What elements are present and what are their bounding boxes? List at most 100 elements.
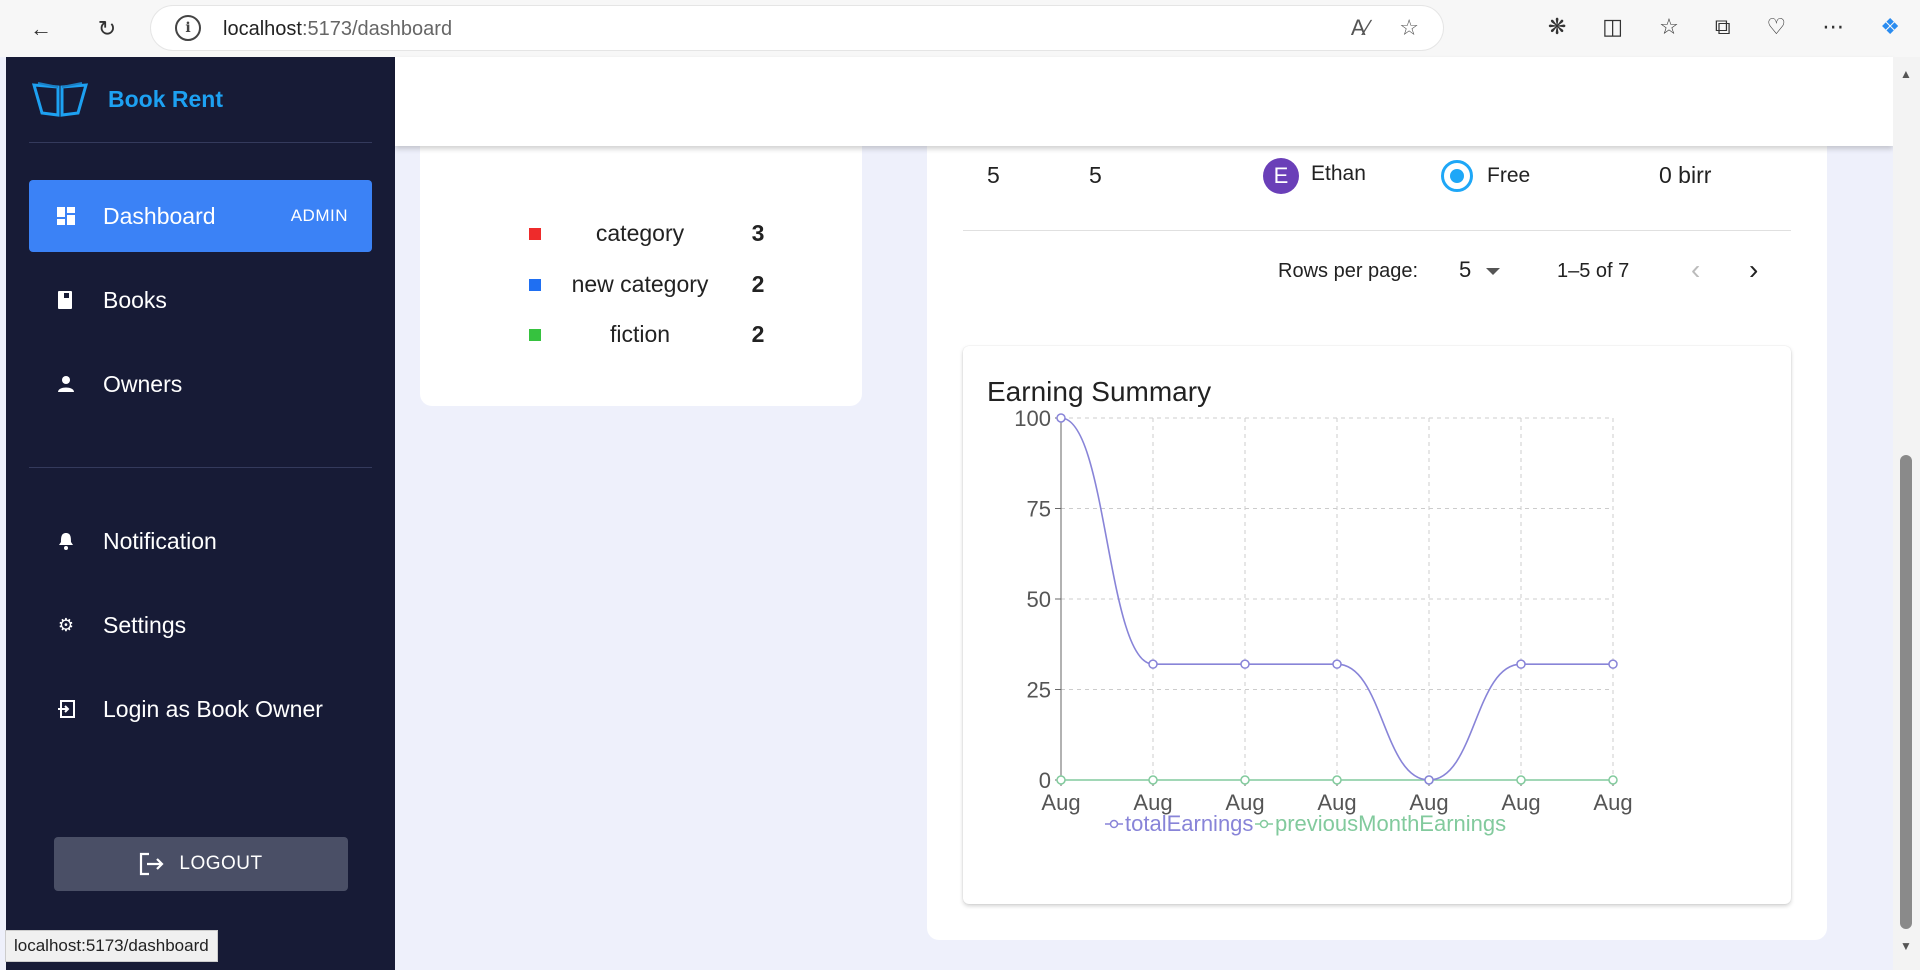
brand-name: Book Rent (108, 85, 223, 112)
data-point (1240, 659, 1250, 669)
rows-per-page-select[interactable]: 5 (1459, 257, 1471, 283)
site-info-icon[interactable]: i (175, 15, 201, 41)
logout-label: LOGOUT (179, 853, 263, 874)
avatar: E (1263, 158, 1299, 194)
sidebar-item-books[interactable]: Books (29, 264, 372, 336)
table-cell: 5 (987, 162, 1000, 188)
sidebar: Book Rent Dashboard ADMIN Books Owners N… (6, 57, 395, 970)
logout-button[interactable]: LOGOUT (54, 837, 348, 891)
owner-name: Ethan (1311, 162, 1366, 185)
split-screen-icon[interactable]: ◫ (1602, 14, 1623, 40)
sidebar-item-login-as-owner[interactable]: Login as Book Owner (29, 673, 372, 745)
x-tick-label: Aug (1041, 790, 1080, 815)
data-point (1332, 775, 1342, 785)
data-point (1148, 775, 1158, 785)
bell-icon (29, 532, 103, 550)
pagination-range: 1–5 of 7 (1557, 260, 1630, 282)
rows-per-page-label: Rows per page: (1278, 260, 1419, 282)
legend-marker (1109, 819, 1119, 829)
sidebar-item-settings[interactable]: ⚙ Settings (29, 589, 372, 661)
x-tick-label: Aug (1501, 790, 1540, 815)
chevron-right-icon[interactable]: › (1749, 254, 1758, 286)
earning-chart: 0255075100Aug Aug Aug Aug Aug Aug AugtotalEarn… (1014, 406, 1632, 836)
y-tick-label: 75 (1027, 497, 1051, 522)
legend-label: totalEarnings (1125, 811, 1253, 836)
sidebar-item-owners[interactable]: Owners (29, 348, 372, 420)
scroll-down-icon[interactable]: ▼ (1900, 939, 1912, 953)
top-app-bar (395, 57, 1893, 146)
x-tick-label: Aug (1593, 790, 1632, 815)
scroll-up-icon[interactable]: ▲ (1900, 67, 1912, 81)
brand[interactable]: Book Rent (30, 79, 223, 119)
earning-summary-card: Earning Summary 0 25 50 75 100 Aug Aug Aug Aug Au… (963, 346, 1791, 904)
legend-item: category 3 (420, 218, 862, 248)
price-cell: 0 birr (1659, 162, 1712, 188)
legend-count: 2 (751, 271, 765, 297)
status-label: Free (1487, 164, 1531, 187)
data-point (1516, 659, 1526, 669)
data-point (1240, 775, 1250, 785)
legend-count: 2 (751, 321, 765, 347)
scroll-thumb[interactable] (1900, 455, 1912, 929)
legend-label: previousMonthEarnings (1275, 811, 1506, 836)
chevron-left-icon[interactable]: ‹ (1691, 254, 1700, 286)
extensions-icon[interactable]: ❋ (1548, 14, 1566, 40)
sidebar-item-notification[interactable]: Notification (29, 505, 372, 577)
legend-swatch (529, 329, 541, 341)
sidebar-item-label: Login as Book Owner (103, 695, 323, 722)
url-text: localhost:5173/dashboard (223, 18, 453, 40)
address-bar[interactable]: i localhost:5173/dashboard A∕ ☆ (151, 6, 1443, 50)
sidebar-item-dashboard[interactable]: Dashboard ADMIN (29, 180, 372, 252)
sidebar-item-label: Books (103, 286, 167, 313)
legend-name: new category (571, 271, 709, 297)
page-scrollbar[interactable]: ▲ ▼ (1893, 57, 1920, 970)
legend-swatch (529, 279, 541, 291)
book-logo-icon (31, 82, 89, 117)
logout-icon (140, 852, 164, 876)
data-point (1332, 659, 1342, 669)
read-aloud-icon[interactable]: A∕ (1351, 15, 1369, 41)
legend-name: category (595, 220, 685, 246)
table-cell: 5 (1089, 162, 1102, 188)
data-point (1608, 659, 1618, 669)
legend-name: fiction (609, 321, 671, 347)
row-divider (963, 230, 1791, 231)
books-table-card: 5 5 E Ethan Free 0 birr Rows per page: 5… (927, 120, 1827, 940)
data-point (1424, 775, 1434, 785)
collections-icon[interactable]: ⧉ (1715, 14, 1731, 40)
legend-count: 3 (751, 220, 765, 246)
y-tick-label: 50 (1027, 587, 1051, 612)
chevron-down-icon[interactable] (1486, 268, 1500, 275)
browser-toolbar: ← ↻ i localhost:5173/dashboard A∕ ☆ ❋ ◫ … (0, 0, 1920, 57)
y-tick-label: 100 (1014, 406, 1051, 431)
data-point (1056, 775, 1066, 785)
y-tick-label: 25 (1027, 678, 1051, 703)
sidebar-item-label: Notification (103, 527, 217, 554)
legend-swatch (529, 228, 541, 240)
legend-marker (1259, 819, 1269, 829)
reload-icon[interactable]: ↻ (90, 12, 124, 46)
sidebar-divider (29, 142, 372, 143)
browser-essentials-icon[interactable]: ♡ (1767, 14, 1787, 40)
favorite-star-icon[interactable]: ☆ (1399, 15, 1419, 41)
sidebar-item-label: Settings (103, 611, 187, 638)
admin-badge: ADMIN (290, 206, 348, 225)
link-status-tooltip: localhost:5173/dashboard (5, 930, 218, 962)
person-icon (29, 375, 103, 393)
gear-icon: ⚙ (57, 614, 75, 635)
book-icon (29, 291, 103, 309)
category-legend-card: category 3 new category 2 fiction 2 (420, 120, 862, 406)
sidebar-divider (29, 467, 372, 468)
data-point (1516, 775, 1526, 785)
status-radio[interactable] (1441, 160, 1473, 192)
data-point (1148, 659, 1158, 669)
back-icon[interactable]: ← (24, 12, 58, 46)
data-point (1056, 413, 1066, 423)
favorites-icon[interactable]: ☆ (1659, 14, 1679, 40)
login-icon (29, 700, 103, 718)
dashboard-icon (29, 207, 103, 225)
copilot-icon[interactable]: ❖ (1880, 14, 1900, 40)
legend-item: fiction 2 (420, 319, 862, 349)
more-options-icon[interactable]: ⋯ (1822, 14, 1844, 40)
data-point (1608, 775, 1618, 785)
